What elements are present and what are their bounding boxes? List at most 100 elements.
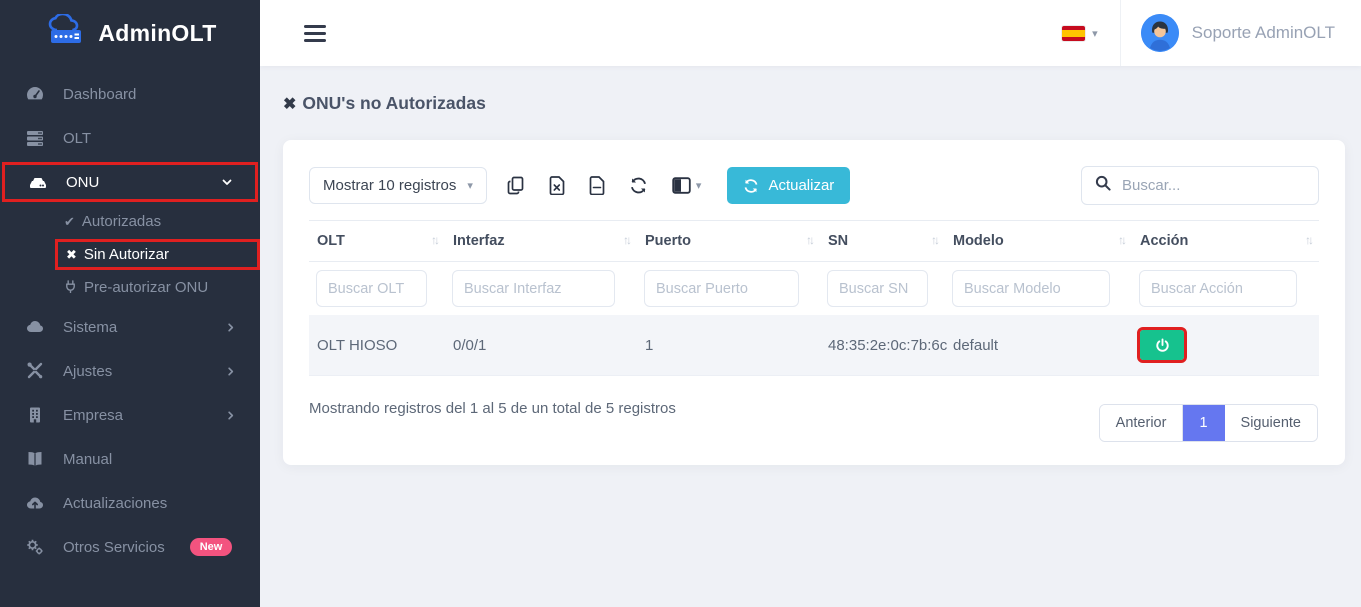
copy-icon[interactable] bbox=[495, 176, 537, 195]
topbar: ▾ Soporte AdminOLT bbox=[260, 0, 1361, 66]
app-title: AdminOLT bbox=[98, 20, 216, 47]
sort-icon: ↑↓ bbox=[431, 233, 437, 247]
page-title: ✖ ONU's no Autorizadas bbox=[283, 93, 1361, 114]
filter-olt-input[interactable] bbox=[316, 270, 427, 307]
adminolt-logo-icon bbox=[43, 14, 89, 53]
sidebar-label: Otros Servicios bbox=[63, 539, 165, 556]
cross-icon: ✖ bbox=[66, 247, 77, 263]
filter-row bbox=[309, 262, 1319, 316]
column-header-sn[interactable]: SN↑↓ bbox=[820, 221, 945, 262]
onu-table: OLT↑↓ Interfaz↑↓ Puerto↑↓ SN↑↓ Modelo↑↓ … bbox=[309, 220, 1319, 376]
building-icon bbox=[24, 405, 46, 425]
app-logo[interactable]: AdminOLT bbox=[0, 0, 260, 66]
export-buttons: ▾ bbox=[495, 176, 714, 195]
sort-icon: ↑↓ bbox=[1118, 233, 1124, 247]
column-header-olt[interactable]: OLT↑↓ bbox=[309, 221, 445, 262]
sidebar-item-sistema[interactable]: Sistema bbox=[0, 305, 260, 349]
filter-puerto-input[interactable] bbox=[644, 270, 799, 307]
refresh-icon[interactable] bbox=[617, 176, 660, 195]
onu-table-card: Mostrar 10 registros ▾ ▾ bbox=[283, 140, 1345, 465]
column-header-interfaz[interactable]: Interfaz↑↓ bbox=[445, 221, 637, 262]
gears-icon bbox=[24, 537, 46, 557]
chevron-right-icon bbox=[225, 410, 236, 421]
sidebar-toggle-button[interactable] bbox=[304, 25, 326, 42]
cell-olt: OLT HIOSO bbox=[309, 315, 445, 376]
sidebar-label: Pre-autorizar ONU bbox=[84, 279, 208, 296]
sidebar-label: Actualizaciones bbox=[63, 495, 167, 512]
next-page-button[interactable]: Siguiente bbox=[1225, 405, 1317, 441]
main-content: ✖ ONU's no Autorizadas Mostrar 10 regist… bbox=[260, 66, 1361, 607]
column-visibility-icon[interactable]: ▾ bbox=[660, 177, 714, 194]
page-length-select[interactable]: Mostrar 10 registros ▾ bbox=[309, 167, 487, 204]
caret-down-icon: ▾ bbox=[696, 179, 702, 192]
caret-down-icon: ▾ bbox=[1092, 27, 1098, 40]
sort-icon: ↑↓ bbox=[623, 233, 629, 247]
search-input[interactable] bbox=[1122, 177, 1305, 194]
previous-page-button[interactable]: Anterior bbox=[1100, 405, 1184, 441]
topbar-right: ▾ Soporte AdminOLT bbox=[1040, 0, 1361, 66]
cloud-upload-icon bbox=[24, 493, 46, 513]
filter-modelo-input[interactable] bbox=[952, 270, 1110, 307]
sidebar-item-ajustes[interactable]: Ajustes bbox=[0, 349, 260, 393]
sidebar-item-onu[interactable]: ONU bbox=[2, 162, 258, 202]
search-icon bbox=[1095, 175, 1111, 196]
sidebar-label: Sin Autorizar bbox=[84, 246, 169, 263]
language-selector[interactable]: ▾ bbox=[1040, 26, 1120, 41]
sidebar-subitem-autorizadas[interactable]: ✔ Autorizadas bbox=[0, 204, 260, 239]
sidebar-label: Sistema bbox=[63, 319, 117, 336]
tools-icon bbox=[24, 361, 46, 381]
column-header-puerto[interactable]: Puerto↑↓ bbox=[637, 221, 820, 262]
chevron-right-icon bbox=[225, 322, 236, 333]
chevron-down-icon bbox=[221, 176, 233, 188]
file-icon[interactable] bbox=[577, 176, 617, 195]
avatar bbox=[1141, 14, 1179, 52]
cell-accion bbox=[1132, 315, 1319, 376]
sidebar-item-manual[interactable]: Manual bbox=[0, 437, 260, 481]
sort-icon: ↑↓ bbox=[1305, 233, 1311, 247]
user-name: Soporte AdminOLT bbox=[1192, 23, 1335, 43]
dashboard-gauge-icon bbox=[24, 84, 46, 104]
sidebar-item-actualizaciones[interactable]: Actualizaciones bbox=[0, 481, 260, 525]
sidebar-subitem-sin-autorizar[interactable]: ✖ Sin Autorizar bbox=[55, 239, 260, 270]
authorize-power-button[interactable] bbox=[1140, 330, 1184, 360]
sidebar-label: Ajustes bbox=[63, 363, 112, 380]
column-header-modelo[interactable]: Modelo↑↓ bbox=[945, 221, 1132, 262]
sidebar-label: Autorizadas bbox=[82, 213, 161, 230]
spain-flag-icon bbox=[1062, 26, 1085, 41]
sidebar-item-olt[interactable]: OLT bbox=[0, 116, 260, 160]
cell-puerto: 1 bbox=[637, 315, 820, 376]
check-icon: ✔ bbox=[64, 214, 75, 230]
chevron-right-icon bbox=[225, 366, 236, 377]
sidebar-label: Empresa bbox=[63, 407, 123, 424]
table-row: OLT HIOSO 0/0/1 1 48:35:2e:0c:7b:6c defa… bbox=[309, 315, 1319, 376]
column-header-accion[interactable]: Acción↑↓ bbox=[1132, 221, 1319, 262]
plug-icon bbox=[64, 280, 77, 296]
sidebar-menu: Dashboard OLT ONU ✔ Autorizadas ✖ Sin Au… bbox=[0, 66, 260, 569]
sidebar-item-empresa[interactable]: Empresa bbox=[0, 393, 260, 437]
sidebar-item-otros-servicios[interactable]: Otros Servicios New bbox=[0, 525, 260, 569]
sidebar-label: Dashboard bbox=[63, 86, 136, 103]
actualizar-button[interactable]: Actualizar bbox=[727, 167, 850, 204]
cloud-icon bbox=[24, 317, 46, 337]
sidebar-label: OLT bbox=[63, 130, 91, 147]
filter-accion-input[interactable] bbox=[1139, 270, 1297, 307]
sort-icon: ↑↓ bbox=[931, 233, 937, 247]
cell-modelo: default bbox=[945, 315, 1132, 376]
header-row: OLT↑↓ Interfaz↑↓ Puerto↑↓ SN↑↓ Modelo↑↓ … bbox=[309, 221, 1319, 262]
excel-file-icon[interactable] bbox=[537, 176, 577, 195]
filter-sn-input[interactable] bbox=[827, 270, 928, 307]
cross-icon: ✖ bbox=[283, 94, 296, 114]
caret-down-icon: ▾ bbox=[467, 179, 473, 192]
global-search bbox=[1081, 166, 1319, 205]
user-menu[interactable]: Soporte AdminOLT bbox=[1120, 0, 1361, 66]
table-toolbar: Mostrar 10 registros ▾ ▾ bbox=[309, 166, 1319, 205]
pagination: Anterior 1 Siguiente bbox=[1099, 404, 1318, 442]
page-number-button[interactable]: 1 bbox=[1183, 405, 1224, 441]
filter-interfaz-input[interactable] bbox=[452, 270, 615, 307]
sidebar-item-dashboard[interactable]: Dashboard bbox=[0, 72, 260, 116]
sidebar-subitem-pre-autorizar[interactable]: Pre-autorizar ONU bbox=[0, 270, 260, 305]
cell-interfaz: 0/0/1 bbox=[445, 315, 637, 376]
server-stack-icon bbox=[24, 128, 46, 148]
book-icon bbox=[24, 449, 46, 469]
onu-device-icon bbox=[27, 172, 49, 192]
